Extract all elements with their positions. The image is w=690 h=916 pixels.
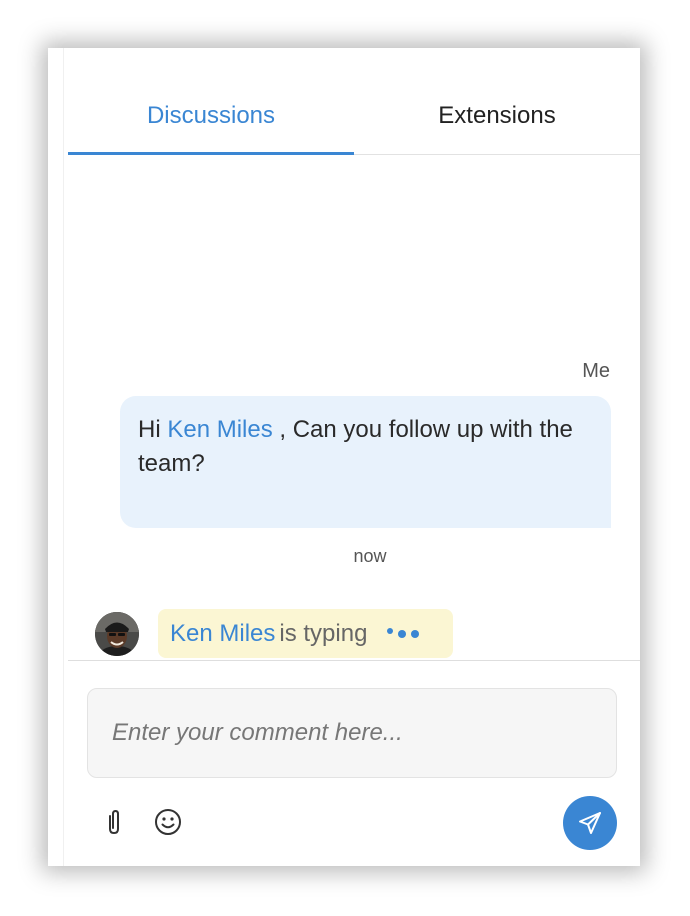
typing-status: is typing: [279, 619, 368, 647]
send-icon: [579, 812, 601, 834]
avatar-image: [95, 612, 139, 656]
message-sender: Me: [582, 360, 610, 382]
mention-link[interactable]: Ken Miles: [167, 416, 272, 443]
emoji-button[interactable]: [151, 805, 185, 839]
tab-extensions[interactable]: Extensions: [354, 78, 640, 154]
message-bubble: Hi Ken Miles , Can you follow up with th…: [120, 396, 611, 528]
tab-discussions[interactable]: Discussions: [68, 78, 354, 155]
avatar[interactable]: [95, 612, 139, 656]
typing-dots-icon: [387, 627, 424, 638]
typing-indicator: Ken Miles is typing: [158, 609, 453, 658]
message-timestamp: now: [353, 546, 387, 566]
message-text-before: Hi: [138, 416, 168, 443]
paperclip-icon: [109, 809, 119, 835]
typing-dot: [398, 629, 407, 638]
attach-button[interactable]: [97, 805, 131, 839]
smiley-icon: [155, 809, 181, 835]
comment-input[interactable]: [87, 688, 617, 778]
discussion-panel: Discussions Extensions Me Hi Ken Miles ,…: [48, 48, 640, 866]
typing-user-name[interactable]: Ken Miles: [170, 620, 275, 648]
send-button[interactable]: [563, 796, 617, 850]
typing-dot: [387, 627, 394, 634]
panel-left-edge: [48, 48, 64, 866]
typing-dot: [411, 629, 420, 638]
tab-bar: Discussions Extensions: [68, 78, 640, 155]
composer-divider: [68, 660, 640, 661]
